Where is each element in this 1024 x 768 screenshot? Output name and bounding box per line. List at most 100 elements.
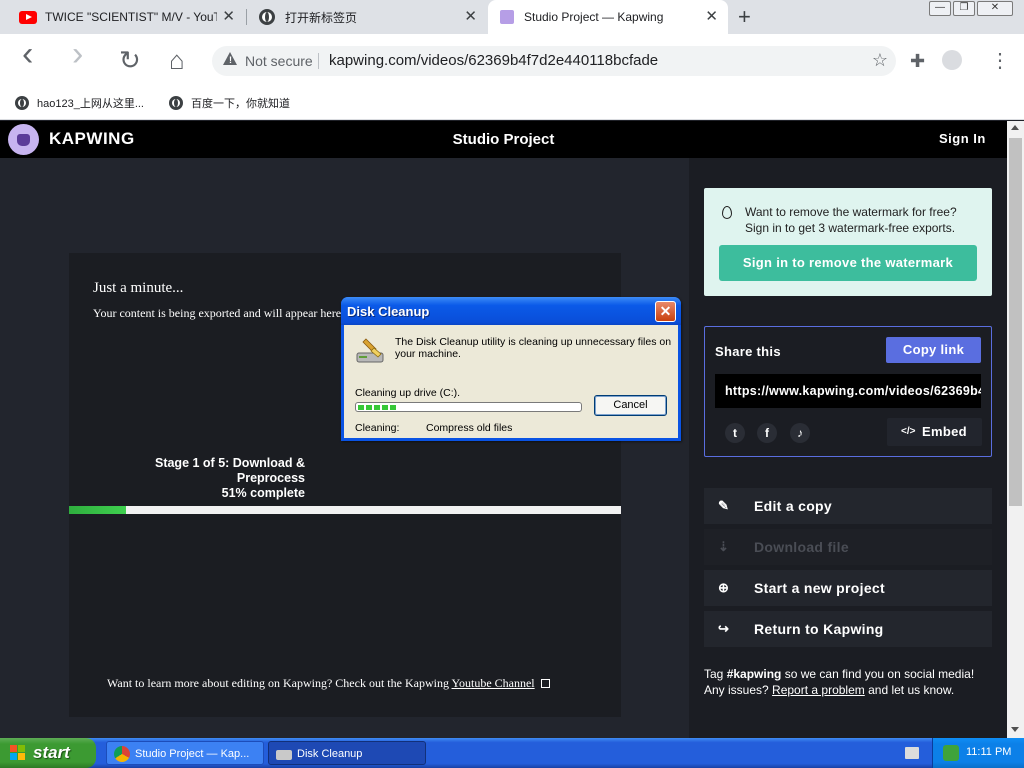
tab-title: 打开新标签页 xyxy=(285,10,358,25)
profile-avatar-icon[interactable] xyxy=(942,50,962,70)
forward-button[interactable]: › xyxy=(72,37,83,71)
scroll-down-arrow-icon[interactable] xyxy=(1011,727,1019,732)
dialog-close-button[interactable]: ✕ xyxy=(655,301,676,322)
stage-percent: 51% complete xyxy=(221,486,305,500)
url-text[interactable]: kapwing.com/videos/62369b4f7d2e440118bcf… xyxy=(329,52,658,69)
embed-label: Embed xyxy=(922,424,967,439)
return-arrow-icon: ↪ xyxy=(718,621,730,636)
export-heading: Just a minute... xyxy=(93,280,184,296)
remove-watermark-button[interactable]: Sign in to remove the watermark xyxy=(719,245,977,281)
learn-more-text: Want to learn more about editing on Kapw… xyxy=(107,676,550,691)
bookmark-label: 百度一下，你就知道 xyxy=(191,98,290,110)
embed-button[interactable]: </> Embed xyxy=(887,418,982,446)
share-url-field[interactable]: https://www.kapwing.com/videos/62369b4f7… xyxy=(715,374,981,408)
extensions-icon[interactable]: ✚ xyxy=(910,51,925,72)
sidebar: Want to remove the watermark for free? S… xyxy=(689,158,1007,738)
reload-button[interactable]: ↻ xyxy=(119,46,141,74)
report-problem-link[interactable]: Report a problem xyxy=(772,683,865,697)
window-close-button[interactable]: ✕ xyxy=(977,1,1013,16)
tab-new-tab[interactable]: 打开新标签页 ✕ xyxy=(247,0,487,34)
cancel-button[interactable]: Cancel xyxy=(594,395,667,416)
tiktok-icon[interactable]: ♪ xyxy=(790,423,810,443)
twitter-icon[interactable]: t xyxy=(725,423,745,443)
download-file-button: ⇣ Download file xyxy=(704,529,992,565)
watermark-line: Sign in to get 3 watermark-free exports. xyxy=(745,221,956,235)
cleaning-value: Compress old files xyxy=(426,422,513,434)
globe-icon xyxy=(15,96,29,110)
copy-link-button[interactable]: Copy link xyxy=(886,337,981,363)
security-label[interactable]: Not secure xyxy=(245,53,313,69)
tab-youtube[interactable]: TWICE "SCIENTIST" M/V - YouTube ✕ xyxy=(0,0,245,34)
new-file-icon: ⊕ xyxy=(718,580,730,595)
return-to-kapwing-button[interactable]: ↪ Return to Kapwing xyxy=(704,611,992,647)
system-tray: 11:11 PM xyxy=(932,738,1024,768)
address-bar[interactable]: ! Not secure kapwing.com/videos/62369b4f… xyxy=(212,46,896,76)
external-link-icon[interactable] xyxy=(540,679,550,688)
task-label: Disk Cleanup xyxy=(297,748,363,760)
warning-icon-mark: ! xyxy=(229,55,232,65)
keyboard-icon[interactable] xyxy=(905,747,919,759)
page-title: Studio Project xyxy=(452,131,555,148)
scroll-up-arrow-icon[interactable] xyxy=(1011,125,1019,130)
dialog-message: The Disk Cleanup utility is cleaning up … xyxy=(395,336,672,360)
bookmark-baidu[interactable]: 百度一下，你就知道 xyxy=(169,95,290,111)
windows-logo-icon xyxy=(10,745,26,761)
progress-segment xyxy=(366,405,372,410)
close-icon[interactable]: ✕ xyxy=(705,8,718,26)
minimize-button[interactable]: — xyxy=(929,1,951,16)
task-label: Studio Project — Kap... xyxy=(135,748,250,760)
back-button[interactable]: ‹ xyxy=(22,37,33,71)
learn-more-prefix: Want to learn more about editing on Kapw… xyxy=(107,676,452,690)
bookmark-label: hao123_上网从这里... xyxy=(37,98,144,110)
chrome-icon xyxy=(114,746,130,762)
facebook-icon[interactable]: f xyxy=(757,423,777,443)
maximize-button[interactable]: ❐ xyxy=(953,1,975,16)
tag-part: and let us know. xyxy=(864,683,955,697)
pencil-icon: ✎ xyxy=(718,498,730,513)
bookmark-star-icon[interactable]: ☆ xyxy=(872,50,888,71)
start-button[interactable]: start xyxy=(0,738,96,768)
menu-icon[interactable]: ⋮ xyxy=(990,48,1010,73)
tab-title: TWICE "SCIENTIST" M/V - YouTube xyxy=(45,10,217,24)
network-icon[interactable] xyxy=(943,745,959,761)
home-button[interactable]: ⌂ xyxy=(169,46,185,74)
start-label: start xyxy=(33,743,70,762)
cleaning-label: Cleaning: xyxy=(355,422,400,434)
water-drop-icon xyxy=(722,206,732,219)
dialog-titlebar[interactable]: Disk Cleanup ✕ xyxy=(341,297,681,325)
divider xyxy=(318,53,319,69)
progress-segment xyxy=(358,405,364,410)
page-scrollbar[interactable] xyxy=(1007,121,1024,738)
close-icon[interactable]: ✕ xyxy=(222,8,235,26)
edit-copy-button[interactable]: ✎ Edit a copy xyxy=(704,488,992,524)
progress-segment xyxy=(374,405,380,410)
kapwing-icon xyxy=(500,10,514,24)
clock[interactable]: 11:11 PM xyxy=(966,746,1011,758)
close-icon[interactable]: ✕ xyxy=(464,8,477,26)
disk-cleanup-icon xyxy=(276,750,292,760)
taskbar-item-disk-cleanup[interactable]: Disk Cleanup xyxy=(268,741,426,765)
taskbar-item-browser[interactable]: Studio Project — Kap... xyxy=(106,741,264,765)
sign-in-link[interactable]: Sign In xyxy=(939,131,986,146)
scroll-thumb[interactable] xyxy=(1009,138,1022,506)
download-icon: ⇣ xyxy=(718,539,730,554)
watermark-notice: Want to remove the watermark for free? S… xyxy=(704,188,992,296)
youtube-icon xyxy=(19,10,37,24)
bookmarks-bar: hao123_上网从这里... 百度一下，你就知道 xyxy=(0,87,1024,120)
globe-icon xyxy=(169,96,183,110)
action-label: Edit a copy xyxy=(754,498,832,514)
tag-part: Tag xyxy=(704,667,727,681)
disk-cleanup-icon xyxy=(356,338,384,363)
new-tab-button[interactable]: + xyxy=(738,4,751,30)
tab-kapwing[interactable]: Studio Project — Kapwing ✕ xyxy=(488,0,728,34)
new-project-button[interactable]: ⊕ Start a new project xyxy=(704,570,992,606)
youtube-channel-link[interactable]: Youtube Channel xyxy=(452,676,535,690)
progress-segment xyxy=(382,405,388,410)
stage-line: Stage 1 of 5: Download & xyxy=(154,456,305,470)
stage-line: Preprocess xyxy=(236,471,305,485)
cleanup-progress-bar xyxy=(355,402,582,412)
bookmark-hao123[interactable]: hao123_上网从这里... xyxy=(15,95,144,111)
action-label: Start a new project xyxy=(754,580,885,596)
tab-strip: TWICE "SCIENTIST" M/V - YouTube ✕ 打开新标签页… xyxy=(0,0,1024,34)
globe-icon xyxy=(259,9,275,25)
